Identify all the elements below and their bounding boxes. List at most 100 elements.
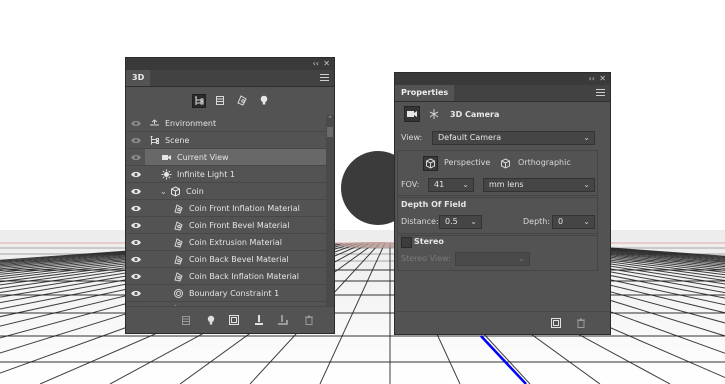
stereo-view-label: Stereo View: [401, 254, 451, 263]
visibility-eye-icon[interactable] [130, 221, 142, 230]
view-dropdown[interactable]: Default Camera ⌄ [432, 131, 595, 145]
visibility-eye-icon[interactable] [130, 136, 142, 145]
panel-title-strip: ‹‹ ✕ [126, 58, 334, 70]
visibility-eye-icon[interactable] [130, 289, 142, 298]
material-icon [173, 237, 184, 248]
distance-input[interactable]: 0.5 ⌄ [439, 215, 482, 229]
scrollbar-thumb[interactable] [327, 127, 333, 137]
tree-row-label: Current View [177, 153, 229, 162]
drop-to-plane-icon[interactable] [253, 314, 265, 326]
stereo-view-dropdown[interactable]: ⌄ [455, 252, 530, 266]
lens-unit-value: mm lens [489, 180, 524, 189]
tree-row[interactable]: Boundary Constraint 1 [126, 285, 326, 302]
visibility-eye-icon[interactable] [130, 238, 142, 247]
perspective-button[interactable] [423, 156, 438, 171]
panel-footer [395, 311, 610, 334]
tree-row-content: Coin Back Inflation Material [145, 268, 326, 284]
depth-of-field-title: Depth Of Field [401, 200, 467, 209]
tree-row-content: Coin Front Inflation Material [145, 200, 326, 216]
infinite-light-icon [161, 169, 172, 180]
fov-input[interactable]: 41 ⌄ [428, 178, 474, 192]
visibility-eye-icon[interactable] [130, 170, 142, 179]
tab-properties[interactable]: Properties [395, 85, 455, 101]
panel-tabbar: 3D [126, 70, 334, 87]
stereo-label[interactable]: Stereo [414, 234, 444, 250]
chevron-down-icon: ⌄ [583, 217, 590, 226]
depth-input[interactable]: 0 ⌄ [552, 215, 595, 229]
visibility-eye-icon[interactable] [130, 204, 142, 213]
environment-icon [149, 118, 160, 129]
material-filter-icon[interactable] [236, 94, 250, 108]
close-icon[interactable]: ✕ [599, 74, 606, 84]
visibility-eye-icon[interactable] [130, 272, 142, 281]
visibility-eye-icon[interactable] [130, 119, 142, 128]
tree-row[interactable]: Coin Back Inflation Material [126, 268, 326, 285]
delete-icon[interactable] [303, 314, 315, 326]
mesh-filter-icon[interactable] [214, 94, 228, 108]
collapse-button[interactable]: ‹‹ [589, 74, 595, 84]
panel-menu-icon[interactable] [596, 89, 605, 96]
camera-mode-icon[interactable] [404, 106, 420, 122]
panel-title-strip: ‹‹ ✕ [395, 73, 610, 85]
tree-row-label: Coin Front Bevel Material [189, 221, 290, 230]
new-light-icon[interactable] [205, 314, 217, 326]
scrollbar[interactable]: ⌃ ⌄ [326, 115, 334, 310]
tree-row-label: Boundary Constraint 1 [189, 289, 280, 298]
tab-3d[interactable]: 3D [126, 70, 151, 86]
reset-icon[interactable] [550, 317, 562, 329]
view-label: View: [401, 133, 423, 142]
distance-value: 0.5 [445, 217, 458, 226]
tree-row[interactable]: Current View [126, 149, 326, 166]
filter-bar [126, 87, 334, 115]
visibility-eye-icon[interactable] [130, 255, 142, 264]
tree-row-content: Coin Front Bevel Material [145, 217, 326, 233]
tree-row-label: Scene [165, 136, 190, 145]
visibility-eye-icon[interactable] [130, 153, 142, 162]
material-icon [173, 220, 184, 231]
new-mesh-icon[interactable] [228, 314, 240, 326]
tree-row-content: Current View [145, 149, 326, 165]
close-icon[interactable]: ✕ [323, 59, 330, 69]
panel-header-title: 3D Camera [450, 110, 500, 119]
panel-footer [126, 306, 334, 333]
scene-tree: Environment Scene Current View Infinite Lig… [126, 115, 326, 310]
perspective-label[interactable]: Perspective [444, 155, 490, 171]
tree-row[interactable]: ⌄ Coin [126, 183, 326, 200]
tree-row-content: Coin Back Bevel Material [145, 251, 326, 267]
scene-filter-icon[interactable] [192, 94, 206, 108]
orthographic-icon[interactable] [499, 157, 512, 170]
visibility-eye-icon[interactable] [130, 187, 142, 196]
scene-icon [149, 135, 160, 146]
delete-icon[interactable] [575, 317, 587, 329]
stereo-checkbox[interactable] [401, 237, 412, 248]
tree-row[interactable]: Coin Front Bevel Material [126, 217, 326, 234]
tree-row-label: Environment [165, 119, 217, 128]
collapse-button[interactable]: ‹‹ [313, 59, 319, 69]
chevron-down-icon: ⌄ [470, 217, 477, 226]
expand-toggle-icon[interactable]: ⌄ [160, 183, 167, 200]
material-icon [173, 203, 184, 214]
viewport-canvas[interactable] [0, 0, 725, 384]
new-constraint-icon[interactable] [277, 314, 289, 326]
tree-row-label: Coin [186, 187, 204, 196]
tree-row-label: Coin Front Inflation Material [189, 204, 300, 213]
orthographic-label[interactable]: Orthographic [518, 155, 571, 171]
view-dropdown-value: Default Camera [438, 133, 502, 142]
tree-row[interactable]: Scene [126, 132, 326, 149]
panel-menu-icon[interactable] [320, 74, 329, 81]
depth-value: 0 [558, 217, 564, 226]
tree-row-content: Environment [145, 115, 326, 131]
panel-tabbar: Properties [395, 85, 610, 102]
tree-row[interactable]: Infinite Light 1 [126, 166, 326, 183]
light-filter-icon[interactable] [258, 94, 272, 108]
tree-row-content: Scene [145, 132, 326, 148]
tree-row[interactable]: Coin Front Inflation Material [126, 200, 326, 217]
render-icon[interactable] [180, 314, 192, 326]
fov-label: FOV: [401, 180, 420, 189]
tree-row[interactable]: Coin Back Bevel Material [126, 251, 326, 268]
coordinates-icon[interactable] [428, 108, 440, 120]
tree-row[interactable]: Coin Extrusion Material [126, 234, 326, 251]
constraint-icon [173, 288, 184, 299]
tree-row[interactable]: Environment [126, 115, 326, 132]
lens-unit-dropdown[interactable]: mm lens ⌄ [483, 178, 595, 192]
